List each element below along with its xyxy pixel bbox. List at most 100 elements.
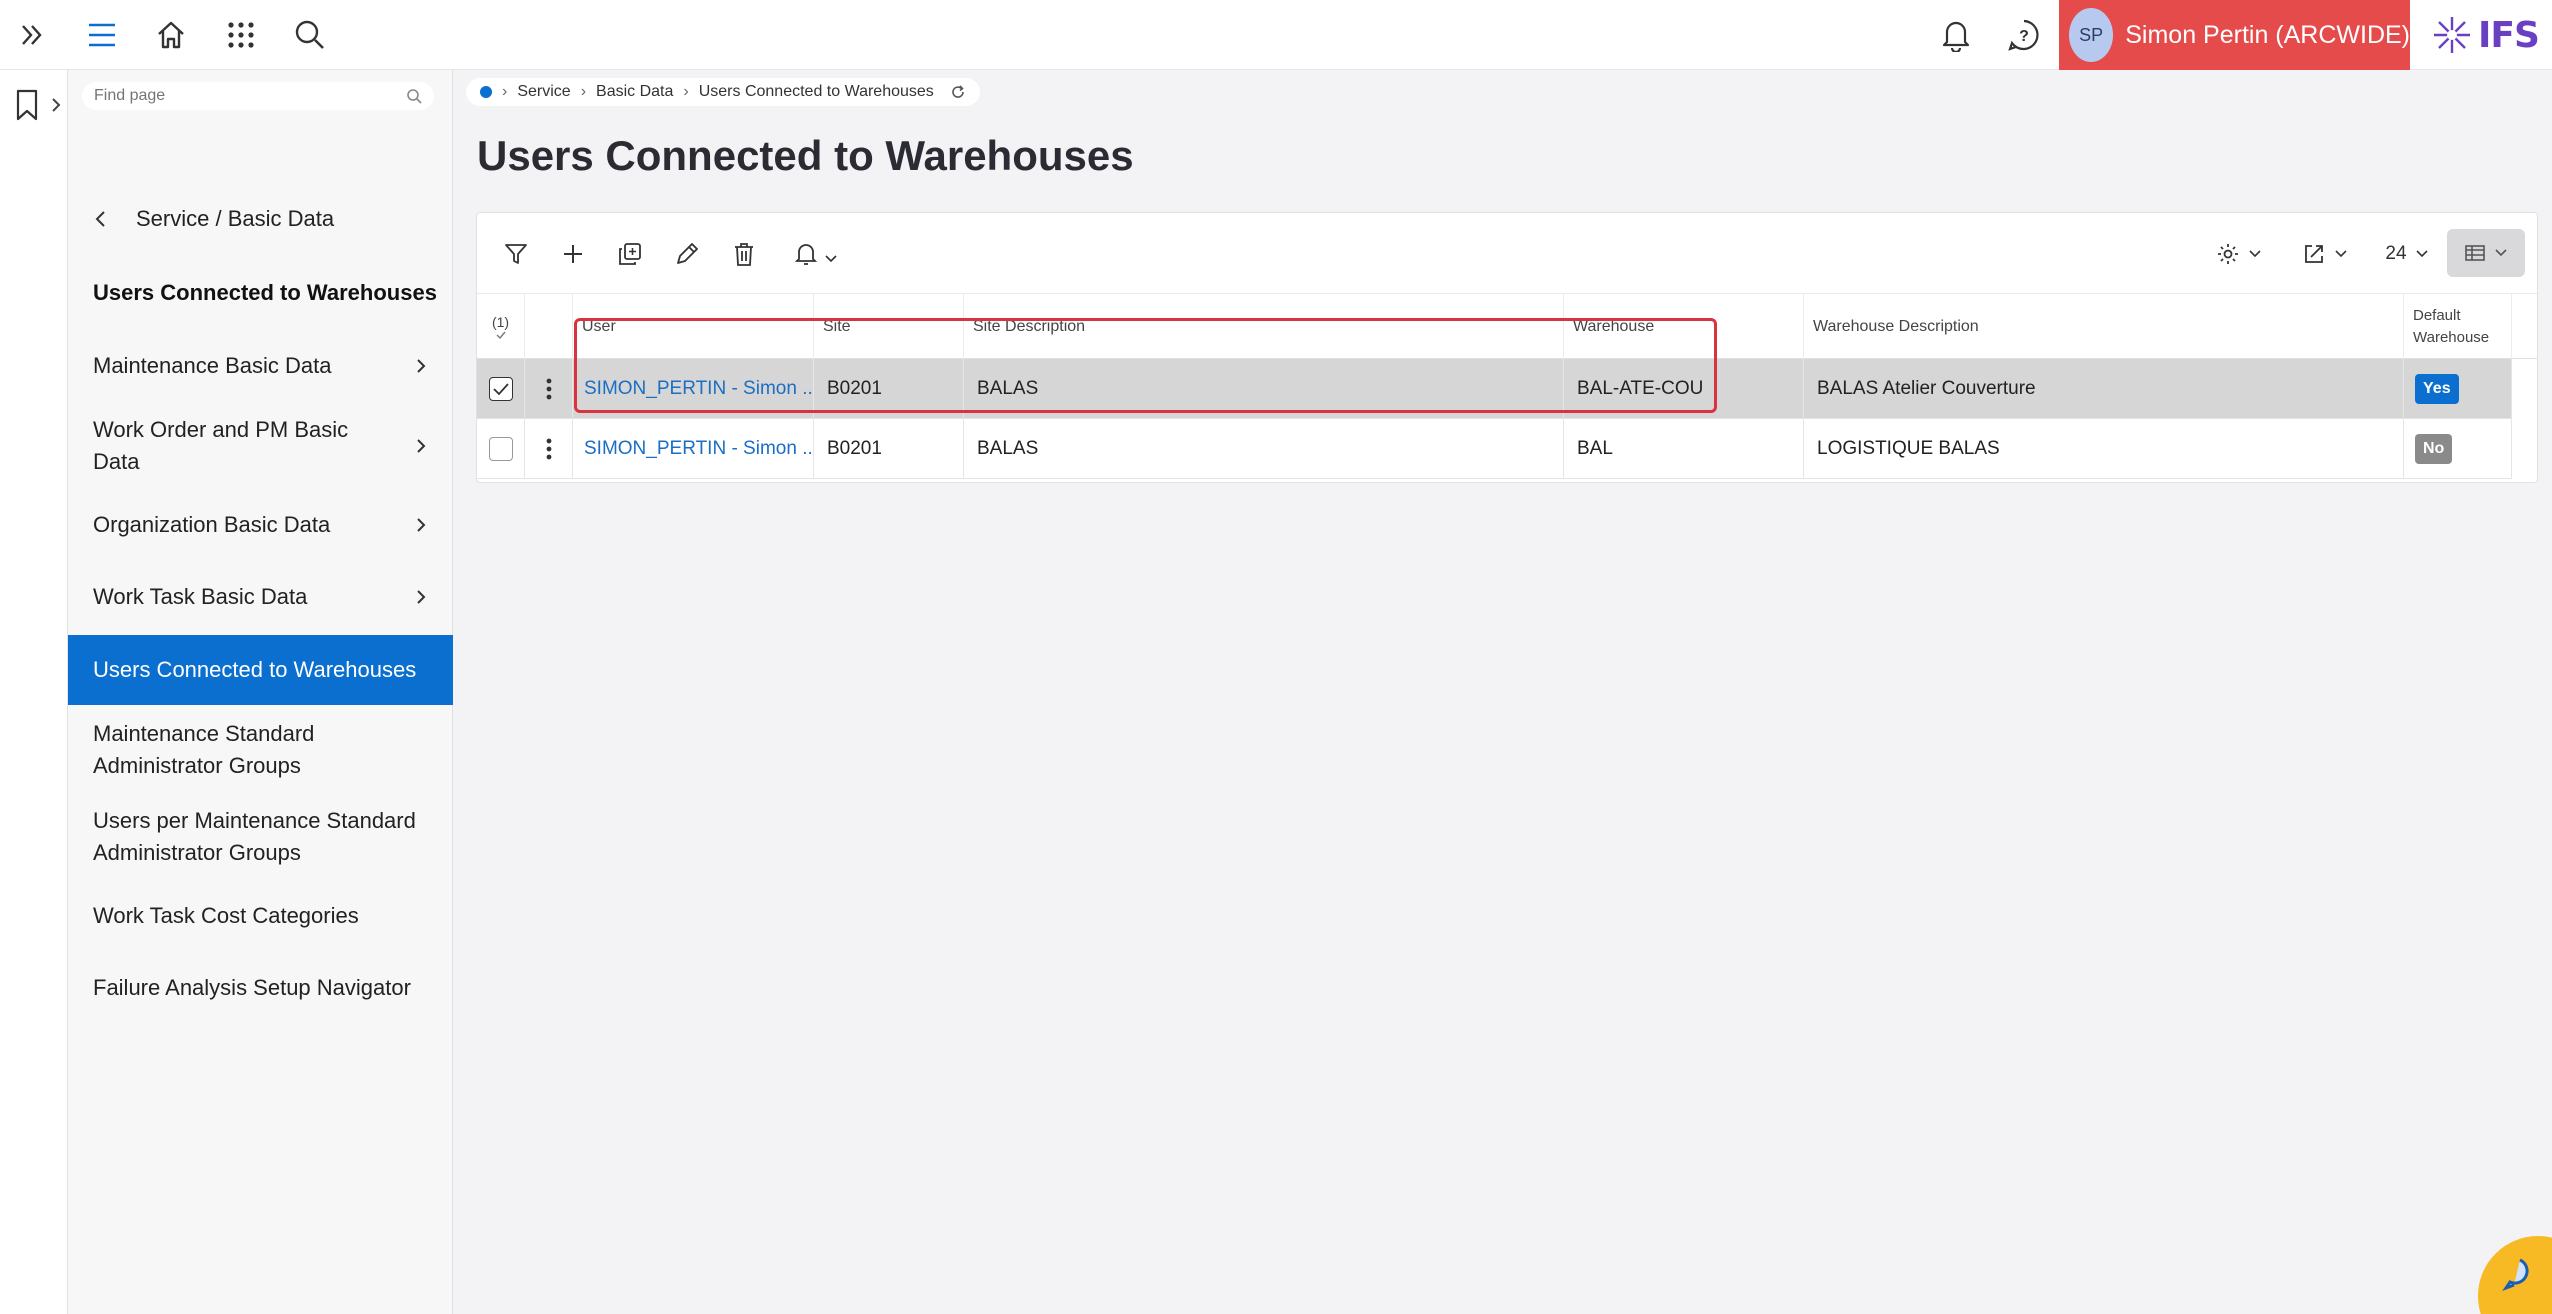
table-row[interactable]: SIMON_PERTIN - Simon ... B0201 BALAS BAL… [477, 419, 2512, 479]
col-header-user[interactable]: User [573, 294, 814, 360]
selected-count: (1) [491, 314, 510, 330]
nav-item-users-per-maintenance-standard-administrator-groups[interactable]: Users per Maintenance Standard Administr… [68, 804, 453, 870]
cell-warehouse-description: LOGISTIQUE BALAS [1804, 419, 2404, 479]
svg-text:?: ? [2019, 28, 2029, 45]
ifs-logo: IFS [2430, 8, 2540, 62]
nav-item-label: Maintenance Standard Administrator Group… [93, 721, 315, 778]
nav-title: Users Connected to Warehouses [93, 280, 437, 305]
nav-item-label: Work Order and PM Basic Data [93, 417, 349, 474]
grid-header: (1) User Site Site Description Warehouse… [477, 293, 2537, 360]
chevron-down-icon [825, 255, 837, 263]
user-menu[interactable]: SP Simon Pertin (ARCWIDE) [2059, 0, 2410, 70]
breadcrumb-item-current: Users Connected to Warehouses [698, 83, 934, 100]
select-all-header[interactable]: (1) [477, 294, 525, 360]
row-menu-icon[interactable] [525, 419, 573, 479]
col-header-default-line1: Default [2413, 307, 2461, 324]
breadcrumb-home-icon[interactable] [480, 86, 492, 98]
chevron-left-icon [95, 211, 105, 227]
bookmark-icon[interactable] [14, 88, 42, 127]
page-title: Users Connected to Warehouses [477, 132, 1134, 179]
search-icon[interactable] [290, 15, 330, 55]
chevron-right-icon [417, 590, 426, 604]
find-page-field[interactable] [82, 82, 434, 110]
view-mode-button[interactable] [2447, 229, 2525, 277]
settings-dropdown[interactable] [2209, 237, 2269, 271]
export-icon [2305, 245, 2323, 263]
nav-item-work-task-cost-categories[interactable]: Work Task Cost Categories [68, 896, 453, 936]
row-checkbox[interactable] [488, 377, 513, 401]
cell-site-description: BALAS [964, 359, 1564, 419]
nav-item-work-task-basic-data[interactable]: Work Task Basic Data [68, 577, 453, 617]
expand-icon[interactable] [12, 15, 52, 55]
left-rail [0, 70, 68, 1314]
cell-warehouse-description: BALAS Atelier Couverture [1804, 359, 2404, 419]
edit-icon[interactable] [670, 237, 704, 271]
bell-icon[interactable] [1936, 15, 1976, 55]
col-header-warehouse[interactable]: Warehouse [1564, 294, 1804, 360]
rail-chevron-right-icon[interactable] [50, 96, 62, 119]
col-header-default-line2: Warehouse [2413, 329, 2490, 346]
logo-text: IFS [2478, 14, 2540, 56]
navigation-panel: Service / Basic Data Users Connected to … [68, 70, 453, 1314]
ifs-logo-mark-icon [2434, 17, 2470, 53]
breadcrumb-separator: › [580, 83, 587, 100]
apps-grid-icon[interactable] [221, 15, 261, 55]
cell-user[interactable]: SIMON_PERTIN - Simon ... [573, 419, 814, 479]
duplicate-icon[interactable] [613, 237, 647, 271]
nav-item-label: Work Task Basic Data [93, 584, 308, 609]
nav-item-label: Organization Basic Data [93, 512, 331, 537]
refresh-icon[interactable] [950, 84, 966, 100]
nav-item-label: Failure Analysis Setup Navigator [93, 975, 411, 1000]
cell-site: B0201 [814, 359, 964, 419]
grid-toolbar: 24 [477, 213, 2537, 293]
help-icon[interactable]: ? [2004, 15, 2044, 55]
export-dropdown[interactable] [2295, 237, 2355, 271]
breadcrumb-item-basic-data[interactable]: Basic Data [596, 83, 673, 101]
nav-item-work-order-pm-basic-data[interactable]: Work Order and PM Basic Data [68, 410, 453, 482]
nav-item-users-connected-to-warehouses[interactable]: Users Connected to Warehouses [68, 635, 453, 705]
nav-item-maintenance-standard-administrator-groups[interactable]: Maintenance Standard Administrator Group… [68, 717, 453, 783]
chevron-right-icon [417, 439, 426, 453]
breadcrumb: › Service › Basic Data › Users Connected… [466, 78, 980, 106]
row-menu-icon[interactable] [525, 359, 573, 419]
page-size-value: 24 [2385, 243, 2407, 264]
row-menu-header [525, 294, 573, 360]
filter-icon[interactable] [499, 237, 533, 271]
chevron-right-icon [417, 359, 426, 373]
row-checkbox-cell[interactable] [477, 419, 525, 479]
cell-user[interactable]: SIMON_PERTIN - Simon ... [573, 359, 814, 419]
row-checkbox[interactable] [488, 437, 513, 461]
status-badge-no: No [2415, 434, 2453, 464]
delete-icon[interactable] [727, 237, 761, 271]
home-icon[interactable] [151, 15, 191, 55]
nav-item-failure-analysis-setup-navigator[interactable]: Failure Analysis Setup Navigator [68, 968, 453, 1008]
bell-outline-icon [794, 244, 818, 265]
breadcrumb-item-service[interactable]: Service [517, 83, 570, 101]
col-header-site-description[interactable]: Site Description [964, 294, 1564, 360]
page-size-dropdown[interactable]: 24 [2377, 237, 2437, 271]
col-header-warehouse-description[interactable]: Warehouse Description [1804, 294, 2404, 360]
status-badge-yes: Yes [2415, 374, 2459, 404]
notification-dropdown[interactable] [786, 237, 846, 271]
cell-warehouse: BAL [1564, 419, 1804, 479]
chevron-down-icon [2415, 250, 2428, 258]
menu-icon[interactable] [82, 15, 122, 55]
check-icon [492, 383, 509, 396]
assistant-button[interactable] [2478, 1236, 2552, 1314]
back-link[interactable]: Service / Basic Data [94, 206, 334, 232]
col-header-default-warehouse[interactable]: Default Warehouse [2404, 294, 2512, 360]
cell-default-warehouse: No [2404, 419, 2512, 479]
nav-item-organization-basic-data[interactable]: Organization Basic Data [68, 505, 453, 545]
find-page-input[interactable] [94, 87, 406, 105]
row-checkbox-cell[interactable] [477, 359, 525, 419]
cell-default-warehouse: Yes [2404, 359, 2512, 419]
user-name: Simon Pertin (ARCWIDE) [2125, 20, 2410, 49]
chevron-right-icon [417, 518, 426, 532]
nav-item-label: Users Connected to Warehouses [93, 657, 417, 682]
col-header-site[interactable]: Site [814, 294, 964, 360]
nav-item-maintenance-basic-data[interactable]: Maintenance Basic Data [68, 346, 453, 386]
add-icon[interactable] [556, 237, 590, 271]
table-row[interactable]: SIMON_PERTIN - Simon ... B0201 BALAS BAL… [477, 359, 2512, 419]
check-icon [496, 331, 506, 340]
gear-icon [2218, 244, 2238, 264]
